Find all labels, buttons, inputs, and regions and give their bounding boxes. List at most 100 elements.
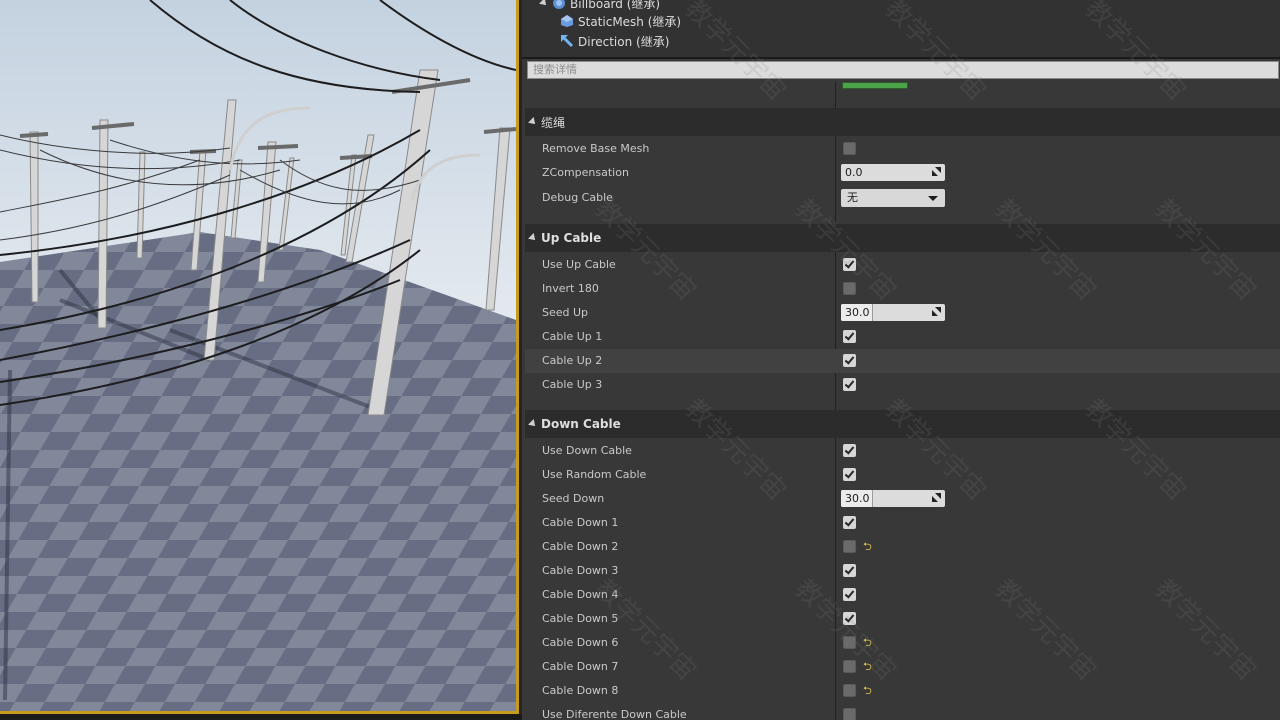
viewport-footer xyxy=(0,714,522,720)
property-row-cable-down-2: Cable Down 2 ⮌ xyxy=(525,535,1280,559)
cable-down-6-checkbox[interactable] xyxy=(843,636,856,649)
spin-handle-icon[interactable] xyxy=(932,493,941,502)
section-cable[interactable]: 缆绳 xyxy=(525,108,1280,136)
cable-down-3-checkbox[interactable] xyxy=(843,564,856,577)
collapse-arrow-icon xyxy=(528,117,538,127)
billboard-icon xyxy=(553,0,565,9)
section-title: Down Cable xyxy=(541,417,621,431)
property-label: Cable Down 5 xyxy=(542,612,619,625)
property-label: Cable Down 4 xyxy=(542,588,619,601)
zcompensation-field[interactable]: 0.0 xyxy=(841,164,945,181)
reset-to-default-icon[interactable]: ⮌ xyxy=(863,541,872,553)
arrow-component-icon xyxy=(560,34,574,48)
collapse-arrow-icon xyxy=(528,419,538,429)
section-down-cable[interactable]: Down Cable xyxy=(525,410,1280,438)
static-mesh-icon xyxy=(561,15,573,27)
tree-item-billboard[interactable]: Billboard (继承) xyxy=(539,0,661,12)
property-label: Invert 180 xyxy=(542,282,599,295)
property-row-use-up-cable: Use Up Cable xyxy=(525,253,1280,277)
property-label: ZCompensation xyxy=(542,166,629,179)
collapse-arrow-icon xyxy=(528,233,538,243)
field-value: 0.0 xyxy=(845,166,863,179)
property-label: Use Down Cable xyxy=(542,444,632,457)
property-label: Cable Up 2 xyxy=(542,354,603,367)
seed-down-field[interactable]: 30.0 xyxy=(841,490,945,507)
property-row-use-random-cable: Use Random Cable xyxy=(525,463,1280,487)
invert-180-checkbox[interactable] xyxy=(843,282,856,295)
property-label: Use Up Cable xyxy=(542,258,616,271)
section-title: 缆绳 xyxy=(541,115,566,130)
spin-handle-icon[interactable] xyxy=(932,167,941,176)
property-label: Cable Down 1 xyxy=(542,516,619,529)
chevron-down-icon xyxy=(928,196,938,201)
viewport-selection-border xyxy=(516,0,519,714)
level-viewport[interactable] xyxy=(0,0,516,712)
property-row-use-different-down-cable: Use Diferente Down Cable xyxy=(525,703,1280,720)
debug-cable-dropdown[interactable]: 无 xyxy=(841,189,945,207)
property-row-seed-up: Seed Up 30.0 xyxy=(525,301,1280,325)
cable-down-8-checkbox[interactable] xyxy=(843,684,856,697)
property-row-cable-up-3: Cable Up 3 xyxy=(525,373,1280,397)
dropdown-value: 无 xyxy=(847,191,858,204)
expand-arrow-icon[interactable] xyxy=(539,0,549,8)
property-row-zcompensation: ZCompensation 0.0 xyxy=(525,161,1280,185)
property-label: Seed Down xyxy=(542,492,605,505)
use-up-cable-checkbox[interactable] xyxy=(843,258,856,271)
cable-down-1-checkbox[interactable] xyxy=(843,516,856,529)
property-row-cable-up-1: Cable Up 1 xyxy=(525,325,1280,349)
reset-to-default-icon[interactable]: ⮌ xyxy=(863,637,872,649)
tree-item-label: StaticMesh (继承) xyxy=(578,14,682,29)
property-label: Cable Up 3 xyxy=(542,378,603,391)
seed-up-field[interactable]: 30.0 xyxy=(841,304,945,321)
use-down-cable-checkbox[interactable] xyxy=(843,444,856,457)
property-label: Cable Up 1 xyxy=(542,330,603,343)
property-label: Use Random Cable xyxy=(542,468,647,481)
details-panel: Billboard (继承) StaticMesh (继承) Direction… xyxy=(522,0,1280,720)
tree-item-label: Billboard (继承) xyxy=(570,0,661,11)
use-random-cable-checkbox[interactable] xyxy=(843,468,856,481)
tree-item-direction[interactable]: Direction (继承) xyxy=(560,32,669,50)
property-label: Use Diferente Down Cable xyxy=(542,708,687,720)
property-row-cable-down-1: Cable Down 1 xyxy=(525,511,1280,535)
property-row-cable-down-8: Cable Down 8 ⮌ xyxy=(525,679,1280,703)
property-label: Cable Down 3 xyxy=(542,564,619,577)
cable-down-2-checkbox[interactable] xyxy=(843,540,856,553)
property-row-cable-down-7: Cable Down 7 ⮌ xyxy=(525,655,1280,679)
property-row-seed-down: Seed Down 30.0 xyxy=(525,487,1280,511)
divider xyxy=(522,57,1280,59)
field-value: 30.0 xyxy=(845,306,870,319)
cable-up-2-checkbox[interactable] xyxy=(843,354,856,367)
cable-up-3-checkbox[interactable] xyxy=(843,378,856,391)
property-row-cable-down-4: Cable Down 4 xyxy=(525,583,1280,607)
remove-base-mesh-checkbox[interactable] xyxy=(843,142,856,155)
property-row-invert-180: Invert 180 xyxy=(525,277,1280,301)
property-row-cable-down-6: Cable Down 6 ⮌ xyxy=(525,631,1280,655)
property-label: Debug Cable xyxy=(542,191,613,204)
color-swatch[interactable] xyxy=(842,82,908,89)
cable-down-7-checkbox[interactable] xyxy=(843,660,856,673)
component-tree: Billboard (继承) StaticMesh (继承) Direction… xyxy=(522,0,1280,58)
reset-to-default-icon[interactable]: ⮌ xyxy=(863,685,872,697)
use-different-down-cable-checkbox[interactable] xyxy=(843,708,856,720)
cable-down-4-checkbox[interactable] xyxy=(843,588,856,601)
property-row-debug-cable: Debug Cable 无 xyxy=(525,186,1280,210)
property-row-use-down-cable: Use Down Cable xyxy=(525,439,1280,463)
property-label: Cable Down 7 xyxy=(542,660,619,673)
property-row-cable-down-3: Cable Down 3 xyxy=(525,559,1280,583)
cable-up-1-checkbox[interactable] xyxy=(843,330,856,343)
spin-handle-icon[interactable] xyxy=(932,307,941,316)
section-title: Up Cable xyxy=(541,231,602,245)
cable-down-5-checkbox[interactable] xyxy=(843,612,856,625)
tree-item-label: Direction (继承) xyxy=(578,34,670,49)
viewport-scene xyxy=(0,0,516,712)
property-row-remove-base-mesh: Remove Base Mesh xyxy=(525,137,1280,161)
section-up-cable[interactable]: Up Cable xyxy=(525,224,1280,252)
property-label: Seed Up xyxy=(542,306,589,319)
search-details-input[interactable]: 搜索详情 xyxy=(527,61,1279,79)
tree-item-static-mesh[interactable]: StaticMesh (继承) xyxy=(560,12,681,30)
property-label: Cable Down 8 xyxy=(542,684,619,697)
property-row-cable-up-2: Cable Up 2 xyxy=(525,349,1280,373)
reset-to-default-icon[interactable]: ⮌ xyxy=(863,661,872,673)
field-value: 30.0 xyxy=(845,492,870,505)
property-label: Cable Down 6 xyxy=(542,636,619,649)
